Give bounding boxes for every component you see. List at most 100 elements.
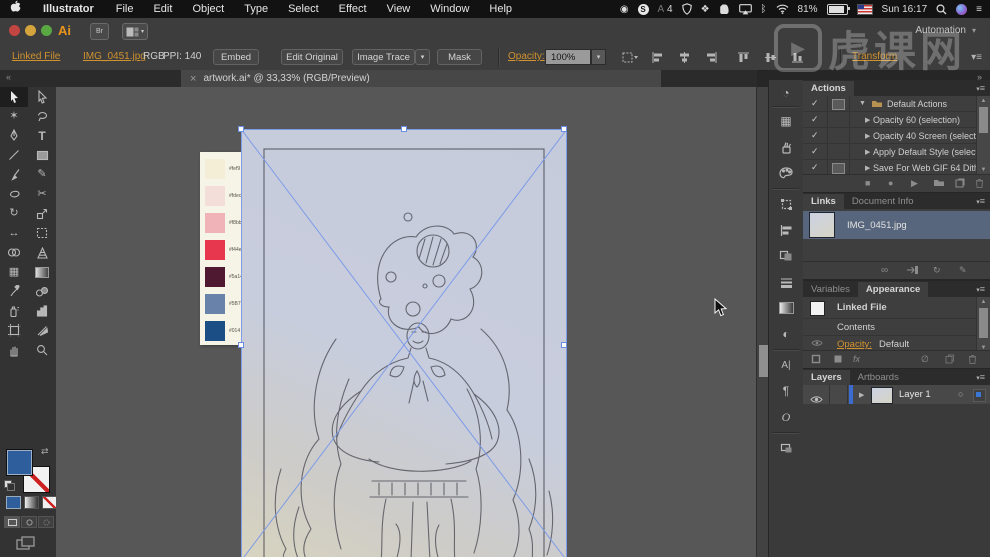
selection-handle[interactable]	[561, 342, 567, 348]
tab-appearance[interactable]: Appearance	[858, 282, 928, 297]
skype-icon[interactable]: S	[638, 2, 649, 16]
tool-perspective-grid[interactable]	[28, 243, 56, 263]
tab-variables[interactable]: Variables	[803, 282, 858, 297]
new-action-icon[interactable]	[955, 178, 965, 190]
collapse-tools-icon[interactable]: «	[6, 72, 11, 82]
tool-mesh[interactable]: ▦	[0, 263, 28, 283]
opacity-value-field[interactable]: 100%	[545, 49, 591, 65]
delete-action-icon[interactable]	[975, 178, 984, 190]
siri-icon[interactable]	[956, 2, 967, 16]
bridge-button[interactable]: Br	[90, 23, 109, 40]
gradient-panel-icon[interactable]	[769, 297, 803, 319]
tool-shape-builder[interactable]	[0, 243, 28, 263]
align-to-selection-dropdown[interactable]	[622, 52, 638, 66]
character-panel-icon[interactable]: A|	[769, 354, 803, 376]
layer-disclosure-icon[interactable]: ▶	[859, 391, 864, 399]
record-action-icon[interactable]: ●	[888, 178, 893, 188]
tool-blend[interactable]	[28, 282, 56, 302]
opacity-dropdown[interactable]: ▾	[591, 49, 606, 65]
tool-pencil[interactable]: ✎	[28, 165, 56, 185]
none-mode-button[interactable]	[42, 496, 57, 509]
tool-selection[interactable]	[0, 87, 28, 107]
default-fill-stroke-icon[interactable]	[4, 480, 14, 490]
visibility-eye-icon[interactable]	[811, 339, 823, 350]
edit-original-button[interactable]: Edit Original	[281, 49, 343, 65]
go-to-link-icon[interactable]	[906, 265, 919, 277]
tool-width[interactable]: ↔	[0, 224, 28, 244]
paragraph-panel-icon[interactable]: ¶	[769, 380, 803, 402]
menu-view[interactable]: View	[377, 0, 421, 18]
layer-name[interactable]: Layer 1	[899, 389, 931, 400]
align-center-icon[interactable]	[679, 52, 690, 66]
workspace-switcher[interactable]: Automation▾	[915, 25, 976, 36]
tool-column-graph[interactable]	[28, 302, 56, 322]
clear-appearance-icon[interactable]: ∅	[921, 354, 929, 365]
selection-handle[interactable]	[238, 126, 244, 132]
tool-scissors[interactable]: ✂	[28, 185, 56, 205]
menu-type[interactable]: Type	[234, 0, 278, 18]
tab-links[interactable]: Links	[803, 194, 844, 209]
tool-shaper[interactable]	[0, 185, 28, 205]
input-language-flag-icon[interactable]	[857, 2, 873, 16]
tool-gradient[interactable]	[28, 263, 56, 283]
arrange-documents-button[interactable]: ▾	[122, 23, 148, 40]
appearance-panel-menu-icon[interactable]: ▾≡	[976, 284, 985, 294]
tool-artboard[interactable]	[0, 321, 28, 341]
brushes-icon[interactable]	[769, 136, 803, 158]
menubar-clock[interactable]: Sun 16:17	[882, 2, 928, 16]
tool-rectangle[interactable]	[28, 146, 56, 166]
appearance-row-linked-file[interactable]: Linked File	[803, 297, 977, 319]
action-row[interactable]: ✓ ▶ Opacity 40 Screen (selecti...	[803, 128, 977, 144]
close-tab-icon[interactable]: ×	[190, 73, 196, 85]
tab-document-info[interactable]: Document Info	[844, 194, 922, 209]
menu-help[interactable]: Help	[479, 0, 522, 18]
spotlight-icon[interactable]	[936, 2, 947, 16]
tool-paintbrush[interactable]	[0, 165, 28, 185]
tool-scale[interactable]	[28, 204, 56, 224]
tool-magic-wand[interactable]: ✶	[0, 107, 28, 127]
fill-color-swatch[interactable]	[6, 449, 33, 476]
actions-panel-menu-icon[interactable]: ▾≡	[976, 83, 985, 93]
menubar-app-name[interactable]: Illustrator	[31, 0, 106, 18]
align-bottom-icon[interactable]	[792, 52, 803, 66]
gradient-mode-button[interactable]	[24, 496, 39, 509]
evernote-icon[interactable]	[719, 2, 730, 16]
scrollbar-thumb[interactable]	[759, 345, 768, 377]
menu-file[interactable]: File	[106, 0, 144, 18]
zoom-window-button[interactable]	[41, 25, 52, 36]
swap-fill-stroke-icon[interactable]: ⇄	[41, 446, 49, 457]
tool-slice[interactable]	[28, 321, 56, 341]
tool-symbol-sprayer[interactable]	[0, 302, 28, 322]
tool-line-segment[interactable]	[0, 146, 28, 166]
tool-rotate[interactable]: ↻	[0, 204, 28, 224]
document-tab[interactable]: × artwork.ai* @ 33,33% (RGB/Preview)	[181, 70, 661, 87]
tool-type[interactable]: T	[28, 126, 56, 146]
play-action-icon[interactable]: ▶	[911, 178, 918, 189]
selection-handle[interactable]	[561, 126, 567, 132]
tool-direct-selection[interactable]	[28, 87, 56, 107]
apple-menu-icon[interactable]	[0, 0, 31, 19]
actions-scrollbar[interactable]: ▲ ▼	[976, 96, 990, 175]
menu-window[interactable]: Window	[420, 0, 479, 18]
update-link-icon[interactable]: ↻	[933, 265, 941, 276]
edit-original-icon[interactable]: ✎	[959, 265, 967, 276]
color-panel-icon[interactable]	[769, 162, 803, 184]
app-badge-icon[interactable]: A 4	[658, 2, 673, 16]
add-effect-icon[interactable]: fx	[853, 354, 860, 364]
appearance-row-contents[interactable]: Contents	[803, 319, 977, 336]
shield-icon[interactable]	[682, 2, 692, 16]
tool-pen[interactable]	[0, 126, 28, 146]
pathfinder-panel-icon[interactable]	[769, 245, 803, 267]
screen-mode-icon[interactable]	[16, 536, 36, 555]
color-guide-icon[interactable]: ◔	[769, 82, 803, 104]
new-stroke-icon[interactable]	[811, 354, 821, 366]
align-left-icon[interactable]	[652, 52, 663, 66]
embed-button[interactable]: Embed	[213, 49, 259, 65]
controlbar-menu-icon[interactable]: ▾≡	[971, 52, 982, 63]
bluetooth-icon[interactable]: ᛒ	[761, 2, 767, 16]
stop-action-icon[interactable]: ■	[865, 178, 870, 188]
action-row[interactable]: ✓ ▶ Apply Default Style (select...	[803, 144, 977, 160]
relink-icon[interactable]: ∞	[881, 265, 888, 276]
delete-item-icon[interactable]	[968, 354, 977, 366]
image-trace-button[interactable]: Image Trace	[352, 49, 415, 65]
